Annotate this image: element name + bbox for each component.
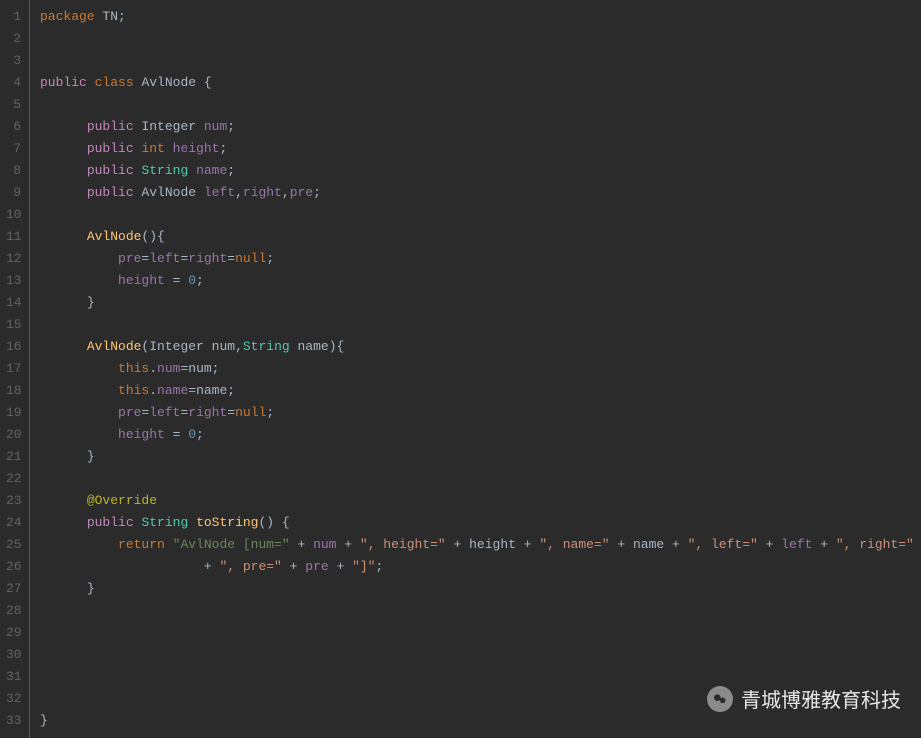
- code-line: pre=left=right=null;: [40, 248, 921, 270]
- line-number: 23: [6, 490, 21, 512]
- code-line: }: [40, 578, 921, 600]
- wechat-icon: [707, 686, 733, 712]
- code-line: [40, 600, 921, 622]
- line-number: 29: [6, 622, 21, 644]
- code-line: height = 0;: [40, 424, 921, 446]
- line-number: 22: [6, 468, 21, 490]
- line-number: 31: [6, 666, 21, 688]
- line-number: 7: [6, 138, 21, 160]
- code-line: [40, 204, 921, 226]
- code-line: public String name;: [40, 160, 921, 182]
- watermark-text: 青城博雅教育科技: [741, 684, 901, 713]
- line-number: 16: [6, 336, 21, 358]
- code-line: AvlNode(Integer num,String name){: [40, 336, 921, 358]
- line-number: 17: [6, 358, 21, 380]
- code-line: [40, 314, 921, 336]
- code-line: height = 0;: [40, 270, 921, 292]
- code-line: + ", pre=" + pre + "]";: [40, 556, 921, 578]
- code-editor: 1 2 3 4 5 6 7 8 9 10 11 12 13 14 15 16 1…: [0, 0, 921, 738]
- code-line: }: [40, 292, 921, 314]
- line-number: 26: [6, 556, 21, 578]
- code-line: public String toString() {: [40, 512, 921, 534]
- code-line: [40, 644, 921, 666]
- line-number: 18: [6, 380, 21, 402]
- line-number: 3: [6, 50, 21, 72]
- line-number: 32: [6, 688, 21, 710]
- line-number: 30: [6, 644, 21, 666]
- code-line: [40, 94, 921, 116]
- code-line: public Integer num;: [40, 116, 921, 138]
- code-line: this.name=name;: [40, 380, 921, 402]
- line-number: 11: [6, 226, 21, 248]
- line-number: 12: [6, 248, 21, 270]
- code-line: }: [40, 710, 921, 732]
- line-number: 13: [6, 270, 21, 292]
- line-number: 27: [6, 578, 21, 600]
- line-number: 25: [6, 534, 21, 556]
- line-number: 19: [6, 402, 21, 424]
- line-number: 8: [6, 160, 21, 182]
- line-number: 10: [6, 204, 21, 226]
- line-number: 15: [6, 314, 21, 336]
- code-line: @Override: [40, 490, 921, 512]
- code-line: [40, 28, 921, 50]
- line-number: 2: [6, 28, 21, 50]
- code-line: AvlNode(){: [40, 226, 921, 248]
- code-line: }: [40, 446, 921, 468]
- line-number: 21: [6, 446, 21, 468]
- line-number: 24: [6, 512, 21, 534]
- watermark: 青城博雅教育科技: [707, 684, 901, 713]
- code-line: [40, 468, 921, 490]
- code-line: public class AvlNode {: [40, 72, 921, 94]
- code-line: [40, 622, 921, 644]
- line-number: 4: [6, 72, 21, 94]
- line-number: 5: [6, 94, 21, 116]
- line-number-gutter: 1 2 3 4 5 6 7 8 9 10 11 12 13 14 15 16 1…: [0, 0, 30, 738]
- line-number: 1: [6, 6, 21, 28]
- line-number: 33: [6, 710, 21, 732]
- code-line: pre=left=right=null;: [40, 402, 921, 424]
- code-line: return "AvlNode [num=" + num + ", height…: [40, 534, 921, 556]
- line-number: 14: [6, 292, 21, 314]
- line-number: 9: [6, 182, 21, 204]
- line-number: 28: [6, 600, 21, 622]
- code-area[interactable]: package TN; public class AvlNode { publi…: [30, 0, 921, 738]
- code-line: package TN;: [40, 6, 921, 28]
- code-line: public int height;: [40, 138, 921, 160]
- code-line: this.num=num;: [40, 358, 921, 380]
- line-number: 6: [6, 116, 21, 138]
- code-line: public AvlNode left,right,pre;: [40, 182, 921, 204]
- line-number: 20: [6, 424, 21, 446]
- code-line: [40, 50, 921, 72]
